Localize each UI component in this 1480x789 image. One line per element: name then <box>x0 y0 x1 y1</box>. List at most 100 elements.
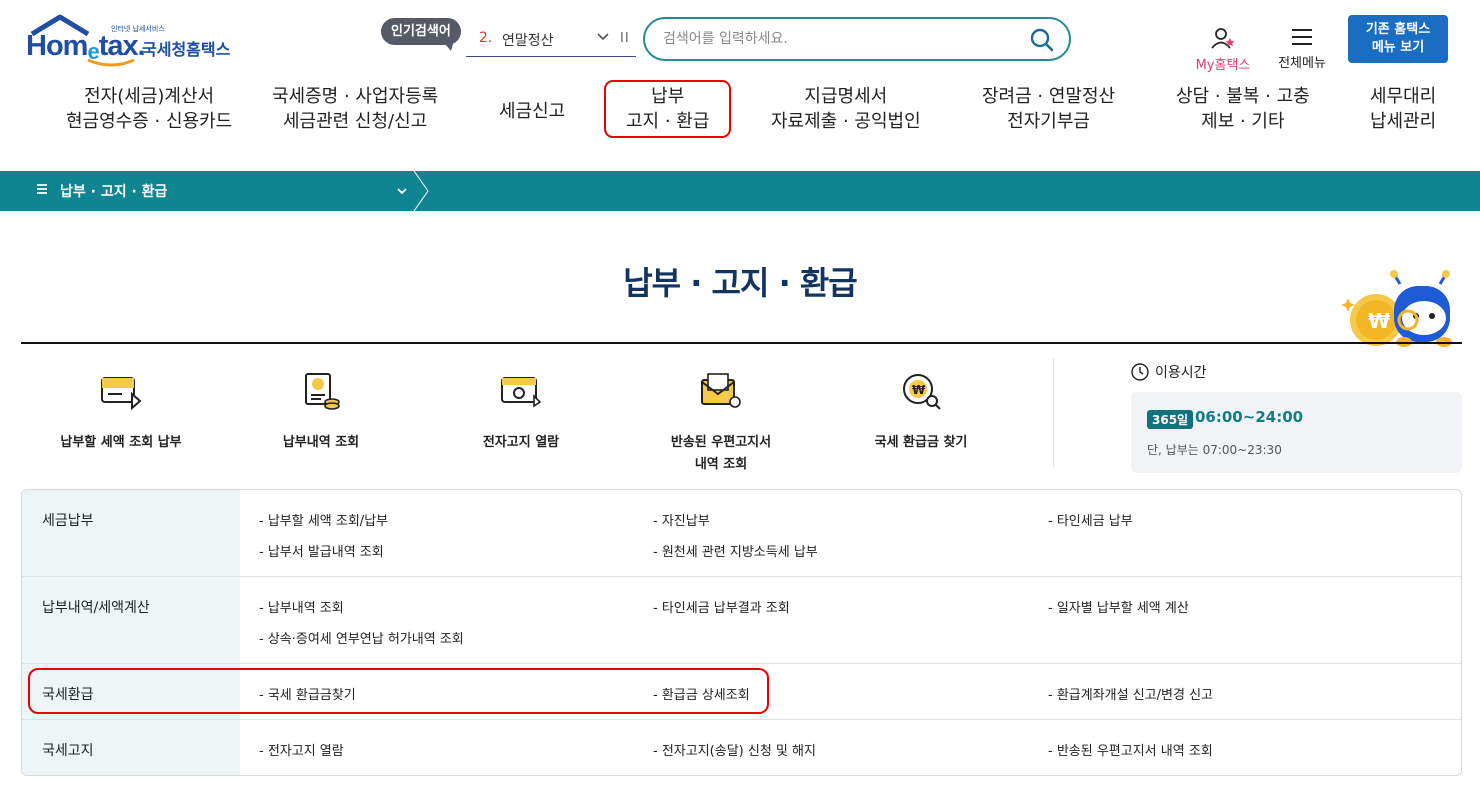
table-row: 세금납부 - 납부할 세액 조회/납부 - 자진납부 - 타인세금 납부 - 납… <box>22 490 1461 577</box>
location-title[interactable]: 납부 · 고지 · 환급 <box>60 181 167 201</box>
hamburger-icon <box>1292 29 1312 45</box>
refund-search-icon: ₩ <box>903 374 941 410</box>
my-hometax-label: My홈택스 <box>1195 58 1251 73</box>
menu-link[interactable]: - 납부할 세액 조회/납부 <box>259 510 388 529</box>
quick-item-refund-find[interactable]: ₩ 국세 환급금 찾기 <box>821 368 1021 454</box>
old-menu-button[interactable]: 기존 홈택스 메뉴 보기 <box>1348 15 1448 63</box>
nav-label: 장려금 · 연말정산 <box>982 86 1116 107</box>
nav-label: 납세관리 <box>1370 111 1437 132</box>
quick-item-label: 납부내역 조회 <box>282 435 360 450</box>
receipt-coin-icon <box>305 373 340 410</box>
popular-rank: 2. <box>479 30 493 46</box>
mascot-icon: ₩ <box>1341 270 1452 347</box>
row-header: 국세고지 <box>22 720 240 775</box>
quick-item-label: 전자고지 열람 <box>482 435 560 450</box>
popular-word[interactable]: 연말정산 <box>502 30 554 50</box>
search-icon[interactable] <box>1029 27 1055 53</box>
menu-link[interactable]: - 전자고지 열람 <box>259 740 344 759</box>
nav-payment-refund[interactable]: 납부 고지 · 환급 <box>604 80 732 138</box>
chevron-down-icon[interactable] <box>596 30 610 44</box>
logo-swoosh-icon <box>87 58 135 67</box>
svg-text:₩: ₩ <box>912 383 926 397</box>
quick-menu: 납부할 세액 조회 납부 납부내역 조회 전자고지 열람 반송된 우편고지서 내… <box>21 358 1051 478</box>
refund-highlight <box>28 668 769 714</box>
popular-search-badge: 인기검색어 <box>381 18 461 51</box>
all-menu-button[interactable]: 전체메뉴 <box>1274 28 1330 71</box>
quick-item-payment-history[interactable]: 납부내역 조회 <box>221 368 421 454</box>
search-input[interactable] <box>663 28 1023 50</box>
old-menu-line2: 메뉴 보기 <box>1371 40 1425 55</box>
nav-label: 현금영수증 · 신용카드 <box>66 111 233 132</box>
chevron-down-icon[interactable] <box>395 184 409 198</box>
nav-payment-statement[interactable]: 지급명세서 자료제출 · 공익법인 <box>771 84 921 134</box>
menu-link[interactable]: - 납부서 발급내역 조회 <box>259 541 384 560</box>
menu-link[interactable]: - 일자별 납부할 세액 계산 <box>1048 597 1189 616</box>
table-row: 납부내역/세액계산 - 납부내역 조회 - 타인세금 납부결과 조회 - 일자별… <box>22 577 1461 664</box>
quick-item-label: 납부할 세액 조회 납부 <box>60 435 182 450</box>
row-header: 납부내역/세액계산 <box>22 577 240 663</box>
nav-label: 고지 · 환급 <box>626 111 710 132</box>
hours-time: 06:00~24:00 <box>1195 408 1304 426</box>
table-row: 국세고지 - 전자고지 열람 - 전자고지(송달) 신청 및 해지 - 반송된 … <box>22 720 1461 775</box>
nav-tax-return[interactable]: 세금신고 <box>499 99 565 124</box>
user-icon <box>1211 28 1235 49</box>
old-menu-line1: 기존 홈택스 <box>1365 22 1431 37</box>
menu-table: 세금납부 - 납부할 세액 조회/납부 - 자진납부 - 타인세금 납부 - 납… <box>21 489 1462 776</box>
quick-divider <box>1053 358 1054 468</box>
nav-label: 세금신고 <box>499 101 566 122</box>
nav-label: 국세증명 · 사업자등록 <box>272 86 439 107</box>
menu-link[interactable]: - 타인세금 납부결과 조회 <box>653 597 790 616</box>
menu-link[interactable]: - 자진납부 <box>653 510 710 529</box>
nav-incentive-yearend[interactable]: 장려금 · 연말정산 전자기부금 <box>982 84 1115 134</box>
nav-label: 상담 · 불복 · 고충 <box>1176 86 1310 107</box>
title-divider <box>21 342 1462 344</box>
menu-link[interactable]: - 전자고지(송달) 신청 및 해지 <box>653 740 816 759</box>
pause-icon[interactable]: II <box>620 31 630 46</box>
menu-link[interactable]: - 상속·증여세 연부연납 허가내역 조회 <box>259 628 464 647</box>
logo-korean-name: 국세청홈택스 <box>142 40 231 59</box>
menu-link[interactable]: - 납부내역 조회 <box>259 597 344 616</box>
row-header-text: 국세고지 <box>42 743 94 759</box>
menu-link[interactable]: - 환급계좌개설 신고/변경 신고 <box>1048 684 1213 703</box>
header: Hometax. 인터넷 납세서비스 국세청홈택스 인기검색어 2. 연말정산 … <box>0 0 1480 80</box>
menu-link[interactable]: - 원천세 관련 지방소득세 납부 <box>653 541 818 560</box>
my-hometax-button[interactable]: My홈택스 <box>1190 26 1256 73</box>
row-header-text: 세금납부 <box>42 513 94 529</box>
nav-label: 제보 · 기타 <box>1201 111 1285 132</box>
clock-icon <box>1131 363 1149 381</box>
popular-search-select[interactable]: 2. 연말정산 II <box>466 24 636 57</box>
invoice-send-icon <box>101 377 142 411</box>
page-title: 납부 · 고지 · 환급 <box>623 264 858 302</box>
quick-item-returned-mail[interactable]: 반송된 우편고지서 내역 조회 <box>621 368 821 476</box>
nav-label: 세금관련 신청/신고 <box>282 111 428 132</box>
nav-label: 세무대리 <box>1370 86 1437 107</box>
row-header-text: 납부내역/세액계산 <box>42 600 150 616</box>
nav-tax-certificate[interactable]: 국세증명 · 사업자등록 세금관련 신청/신고 <box>272 84 438 134</box>
row-header: 세금납부 <box>22 490 240 576</box>
all-menu-label: 전체메뉴 <box>1278 56 1326 71</box>
e-notice-icon <box>501 377 542 408</box>
quick-item-e-notice[interactable]: 전자고지 열람 <box>421 368 621 454</box>
svg-text:₩: ₩ <box>1368 309 1390 333</box>
search-box <box>643 17 1071 61</box>
nav-label: 지급명세서 <box>804 86 888 107</box>
nav-tax-agent[interactable]: 세무대리 납세관리 <box>1370 84 1436 134</box>
nav-label: 전자기부금 <box>1007 111 1090 132</box>
quick-item-tax-payable[interactable]: 납부할 세액 조회 납부 <box>21 368 221 454</box>
nav-label: 납부 <box>651 86 685 107</box>
hours-note: 단, 납부는 07:00~23:30 <box>1147 443 1282 457</box>
hours-badge: 365일 <box>1147 410 1194 429</box>
hometax-logo[interactable]: Hometax. 인터넷 납세서비스 국세청홈택스 <box>24 14 244 68</box>
list-icon <box>37 184 47 194</box>
quick-item-label: 반송된 우편고지서 <box>670 435 772 450</box>
nav-label: 자료제출 · 공익법인 <box>771 111 921 132</box>
envelope-icon <box>701 373 741 408</box>
hours-title: 이용시간 <box>1131 362 1207 382</box>
nav-label: 전자(세금)계산서 <box>84 86 215 107</box>
menu-link[interactable]: - 반송된 우편고지서 내역 조회 <box>1048 740 1213 759</box>
menu-link[interactable]: - 타인세금 납부 <box>1048 510 1133 529</box>
location-bar: 납부 · 고지 · 환급 <box>0 171 1480 211</box>
quick-item-label: 국세 환급금 찾기 <box>874 435 968 450</box>
nav-consulting[interactable]: 상담 · 불복 · 고충 제보 · 기타 <box>1176 84 1310 134</box>
nav-e-invoice[interactable]: 전자(세금)계산서 현금영수증 · 신용카드 <box>66 84 232 134</box>
